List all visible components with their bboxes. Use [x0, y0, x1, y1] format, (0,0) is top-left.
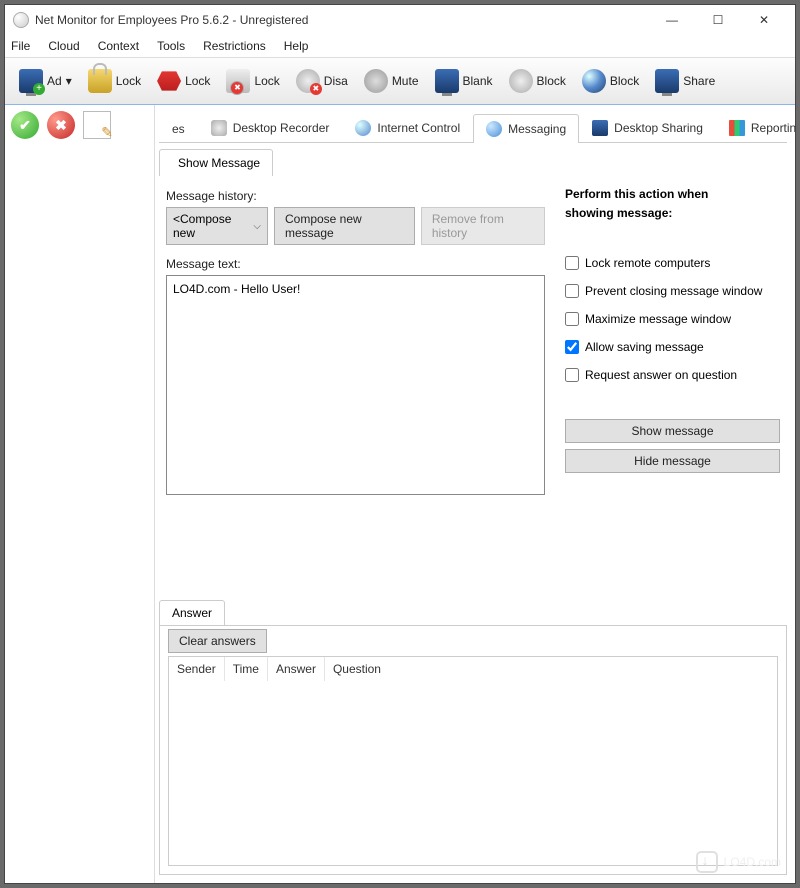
- menu-context[interactable]: Context: [98, 39, 139, 53]
- reject-button[interactable]: ✖: [47, 111, 75, 139]
- close-button[interactable]: ✕: [741, 5, 787, 35]
- answer-box: Clear answers Sender Time Answer Questio…: [159, 625, 787, 875]
- minimize-button[interactable]: —: [649, 5, 695, 35]
- menu-help[interactable]: Help: [284, 39, 309, 53]
- col-sender[interactable]: Sender: [169, 657, 225, 681]
- action-title: Perform this action when showing message…: [565, 185, 780, 223]
- toolbar-lock-2[interactable]: Lock: [149, 65, 218, 97]
- tab-desktop-sharing[interactable]: Desktop Sharing: [579, 113, 716, 142]
- toolbar-blank[interactable]: Blank: [427, 65, 501, 97]
- globe-icon: [355, 120, 371, 136]
- printer-lock-icon: [226, 69, 250, 93]
- maximize-button[interactable]: ☐: [695, 5, 741, 35]
- subtabs: Show Message: [159, 143, 787, 176]
- checkbox-prevent-close[interactable]: [565, 284, 579, 298]
- menu-cloud[interactable]: Cloud: [48, 39, 79, 53]
- monitor-blank-icon: [435, 69, 459, 93]
- answer-section: Answer Clear answers Sender Time Answer …: [159, 600, 787, 875]
- answer-table: Sender Time Answer Question: [168, 656, 778, 866]
- check-prevent-close[interactable]: Prevent closing message window: [565, 284, 780, 298]
- recorder-icon: [211, 120, 227, 136]
- tabstrip: es Desktop Recorder Internet Control Mes…: [159, 109, 787, 143]
- check-lock-remote[interactable]: Lock remote computers: [565, 256, 780, 270]
- col-question[interactable]: Question: [325, 657, 777, 681]
- answer-table-head: Sender Time Answer Question: [169, 657, 777, 681]
- tab-desktop-recorder[interactable]: Desktop Recorder: [198, 113, 343, 142]
- monitor-icon: [592, 120, 608, 136]
- toolbar: Ad▾ Lock Lock Lock Disa Mute Blank Block…: [5, 57, 795, 105]
- window-title: Net Monitor for Employees Pro 5.6.2 - Un…: [35, 13, 649, 27]
- globe-block-icon: [582, 69, 606, 93]
- menu-tools[interactable]: Tools: [157, 39, 185, 53]
- tab-internet-control[interactable]: Internet Control: [342, 113, 473, 142]
- col-right: Perform this action when showing message…: [565, 185, 780, 581]
- right-pane: es Desktop Recorder Internet Control Mes…: [155, 105, 795, 883]
- checkbox-maximize[interactable]: [565, 312, 579, 326]
- share-icon: [655, 69, 679, 93]
- remove-history-button[interactable]: Remove from history: [421, 207, 545, 245]
- menubar: File Cloud Context Tools Restrictions He…: [5, 35, 795, 57]
- col-time[interactable]: Time: [225, 657, 268, 681]
- clear-answers-button[interactable]: Clear answers: [168, 629, 267, 653]
- tab-fragment[interactable]: es: [159, 115, 198, 142]
- compose-new-button[interactable]: Compose new message: [274, 207, 415, 245]
- accept-button[interactable]: ✔: [11, 111, 39, 139]
- toolbar-share[interactable]: Share: [647, 65, 723, 97]
- toolbar-block-1[interactable]: Block: [501, 65, 574, 97]
- checkbox-allow-saving[interactable]: [565, 340, 579, 354]
- app-window: Net Monitor for Employees Pro 5.6.2 - Un…: [4, 4, 796, 884]
- content: Message history: <Compose new Compose ne…: [159, 176, 787, 590]
- toolbar-block-2[interactable]: Block: [574, 65, 647, 97]
- body-area: ✔ ✖ es Desktop Recorder Internet Control…: [5, 105, 795, 883]
- label-history: Message history:: [166, 189, 545, 203]
- col-answer[interactable]: Answer: [268, 657, 325, 681]
- answer-tab[interactable]: Answer: [159, 600, 225, 625]
- label-text: Message text:: [166, 257, 545, 271]
- check-allow-saving[interactable]: Allow saving message: [565, 340, 780, 354]
- compose-dropdown[interactable]: <Compose new: [166, 207, 268, 245]
- toolbar-add-computer[interactable]: Ad▾: [11, 65, 80, 97]
- caret-down-icon: ▾: [66, 74, 72, 88]
- tab-messaging[interactable]: Messaging: [473, 114, 579, 143]
- check-request-answer[interactable]: Request answer on question: [565, 368, 780, 382]
- menu-restrictions[interactable]: Restrictions: [203, 39, 266, 53]
- toolbar-lock-3[interactable]: Lock: [218, 65, 287, 97]
- edit-doc-button[interactable]: [83, 111, 111, 139]
- checkbox-lock-remote[interactable]: [565, 256, 579, 270]
- app-icon: [13, 12, 29, 28]
- menu-file[interactable]: File: [11, 39, 30, 53]
- message-text-input[interactable]: [166, 275, 545, 495]
- toolbar-mute[interactable]: Mute: [356, 65, 427, 97]
- monitor-add-icon: [19, 69, 43, 93]
- subtab-show-message[interactable]: Show Message: [159, 149, 273, 176]
- titlebar: Net Monitor for Employees Pro 5.6.2 - Un…: [5, 5, 795, 35]
- bubble-icon: [486, 121, 502, 137]
- block-icon: [509, 69, 533, 93]
- padlock-icon: [88, 69, 112, 93]
- disable-icon: [296, 69, 320, 93]
- left-pane: ✔ ✖: [5, 105, 155, 883]
- check-maximize[interactable]: Maximize message window: [565, 312, 780, 326]
- speaker-icon: [364, 69, 388, 93]
- usb-lock-icon: [157, 69, 181, 93]
- tab-reporting[interactable]: Reporting: [716, 113, 795, 142]
- checkbox-request-answer[interactable]: [565, 368, 579, 382]
- toolbar-disable[interactable]: Disa: [288, 65, 356, 97]
- col-left: Message history: <Compose new Compose ne…: [166, 185, 545, 581]
- show-message-button[interactable]: Show message: [565, 419, 780, 443]
- toolbar-lock-1[interactable]: Lock: [80, 65, 149, 97]
- hide-message-button[interactable]: Hide message: [565, 449, 780, 473]
- bars-icon: [729, 120, 745, 136]
